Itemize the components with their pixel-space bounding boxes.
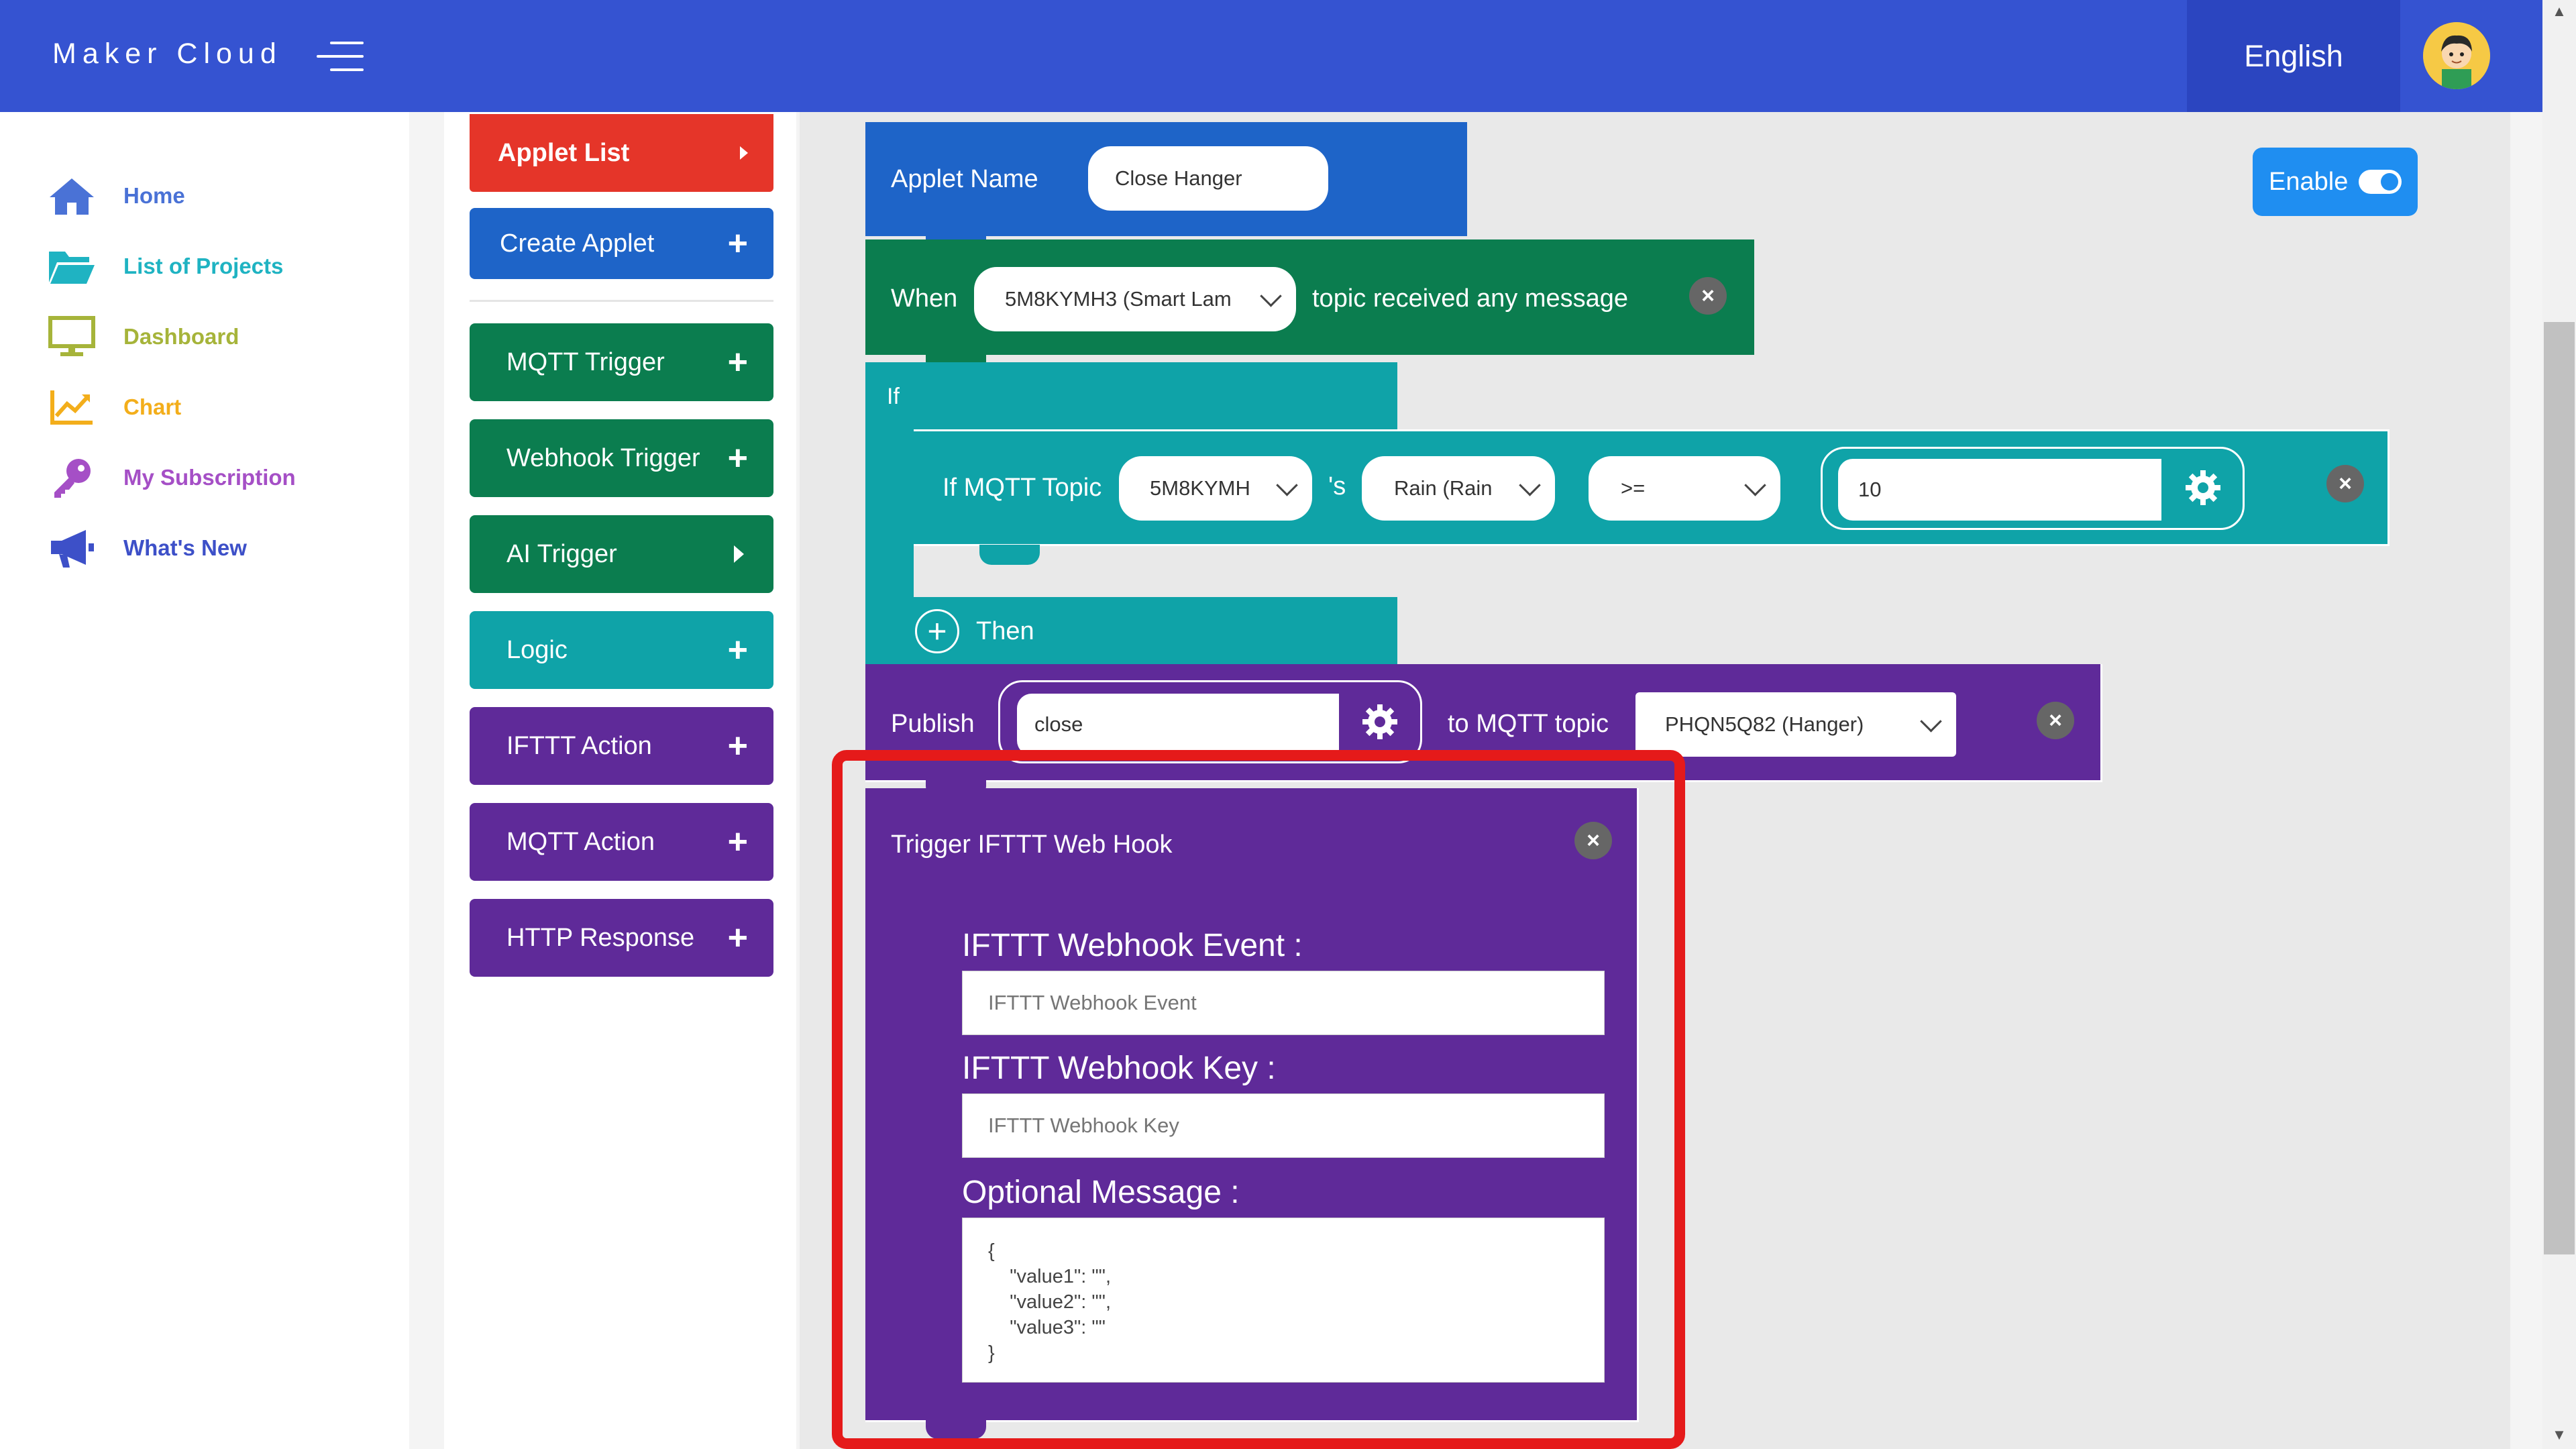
if-device-select[interactable]: 5M8KYMH: [1119, 456, 1312, 521]
sidebar-item-chart[interactable]: Chart: [46, 384, 181, 431]
gear-icon[interactable]: [1360, 702, 1400, 742]
optional-message-label: Optional Message :: [962, 1175, 1240, 1210]
menu-toggle-icon[interactable]: [317, 42, 364, 72]
publish-label: Publish: [891, 710, 975, 738]
if-operator-select[interactable]: >=: [1589, 456, 1780, 521]
monitor-icon: [46, 315, 98, 358]
possessive-label: 's: [1328, 472, 1346, 500]
user-avatar[interactable]: [2423, 22, 2490, 89]
remove-condition-icon[interactable]: ×: [2326, 465, 2364, 502]
chevron-down-icon: [1276, 474, 1298, 496]
plus-icon: +: [727, 727, 748, 765]
plus-icon: +: [727, 439, 748, 478]
applet-name-input[interactable]: Close Hanger: [1088, 146, 1328, 211]
megaphone-icon: [46, 527, 98, 570]
key-icon: [46, 456, 98, 499]
ifttt-event-input[interactable]: [962, 971, 1605, 1035]
sidebar-item-whats-new[interactable]: What's New: [46, 525, 247, 572]
chart-icon: [46, 386, 98, 429]
plus-icon: +: [727, 631, 748, 669]
add-then-icon[interactable]: +: [915, 609, 959, 653]
then-label: Then: [976, 617, 1034, 645]
plus-icon: +: [727, 918, 748, 957]
applet-name-label: Applet Name: [891, 165, 1038, 193]
optional-message-textarea[interactable]: { "value1": "", "value2": "", "value3": …: [962, 1218, 1605, 1383]
if-mqtt-topic-label: If MQTT Topic: [943, 474, 1102, 502]
toggle-switch-icon: [2359, 170, 2402, 194]
mqtt-action-button[interactable]: MQTT Action +: [470, 803, 773, 881]
palette-divider: [470, 300, 773, 302]
if-field-select[interactable]: Rain (Rain: [1362, 456, 1555, 521]
chevron-down-icon: [1744, 474, 1766, 496]
gear-icon[interactable]: [2183, 468, 2223, 508]
logic-button[interactable]: Logic +: [470, 611, 773, 689]
caret-right-icon: [734, 545, 744, 563]
ifttt-key-label: IFTTT Webhook Key :: [962, 1051, 1276, 1086]
remove-when-icon[interactable]: ×: [1689, 277, 1727, 315]
avatar-icon: [2423, 22, 2490, 89]
caret-right-icon: [740, 146, 748, 160]
when-label: When: [891, 284, 958, 313]
scrollbar-thumb[interactable]: [2544, 322, 2575, 1254]
scroll-down-icon[interactable]: ▼: [2549, 1426, 2569, 1446]
publish-message-input[interactable]: close: [1017, 694, 1339, 755]
ifttt-event-label: IFTTT Webhook Event :: [962, 928, 1303, 963]
webhook-trigger-button[interactable]: Webhook Trigger +: [470, 419, 773, 497]
sidebar-item-projects[interactable]: List of Projects: [46, 243, 283, 290]
http-response-button[interactable]: HTTP Response +: [470, 899, 773, 977]
top-header: Maker Cloud English: [0, 0, 2542, 112]
plus-icon: +: [727, 822, 748, 861]
sidebar-item-dashboard[interactable]: Dashboard: [46, 313, 239, 360]
language-selector[interactable]: English: [2187, 0, 2400, 112]
brand-title[interactable]: Maker Cloud: [52, 38, 282, 70]
create-applet-button[interactable]: Create Applet +: [470, 208, 773, 279]
plus-icon: +: [727, 224, 748, 263]
home-icon: [46, 174, 98, 217]
when-suffix-text: topic received any message: [1312, 284, 1629, 313]
applet-list-button[interactable]: Applet List: [470, 114, 773, 192]
if-value-input[interactable]: 10: [1838, 459, 2161, 521]
remove-ifttt-icon[interactable]: ×: [1574, 822, 1612, 859]
ifttt-key-input[interactable]: [962, 1093, 1605, 1158]
enable-toggle[interactable]: Enable: [2253, 148, 2418, 216]
mqtt-trigger-button[interactable]: MQTT Trigger +: [470, 323, 773, 401]
folder-icon: [46, 245, 98, 288]
to-mqtt-topic-label: to MQTT topic: [1448, 710, 1609, 738]
if-label: If: [887, 384, 900, 409]
when-device-select[interactable]: 5M8KYMH3 (Smart Lam: [974, 267, 1296, 331]
remove-publish-icon[interactable]: ×: [2037, 702, 2074, 739]
ai-trigger-button[interactable]: AI Trigger: [470, 515, 773, 593]
chevron-down-icon: [1519, 474, 1541, 496]
chevron-down-icon: [1920, 710, 1942, 733]
sidebar: [0, 112, 409, 1449]
chevron-down-icon: [1260, 285, 1282, 307]
if-logic-block: [865, 362, 1397, 429]
sidebar-item-subscription[interactable]: My Subscription: [46, 454, 296, 501]
sidebar-item-home[interactable]: Home: [46, 172, 185, 219]
publish-topic-select[interactable]: PHQN5Q82 (Hanger): [1635, 692, 1956, 757]
plus-icon: +: [727, 343, 748, 382]
scroll-up-icon[interactable]: ▲: [2549, 3, 2569, 23]
ifttt-action-button[interactable]: IFTTT Action +: [470, 707, 773, 785]
ifttt-block-title: Trigger IFTTT Web Hook: [891, 830, 1173, 859]
